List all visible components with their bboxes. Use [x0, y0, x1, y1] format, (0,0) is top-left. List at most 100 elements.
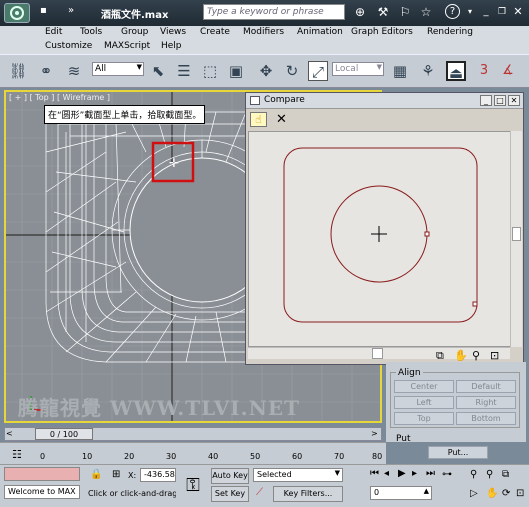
pan-hand-icon[interactable]: ✋	[486, 488, 498, 499]
selection-lock-icon[interactable]: 🔒	[90, 469, 102, 480]
reset-icon[interactable]: ✕	[276, 112, 287, 127]
menu-create[interactable]: Create	[200, 27, 230, 37]
scroll-thumb[interactable]	[372, 348, 383, 359]
compare-vertical-scrollbar[interactable]	[510, 131, 522, 347]
menu-edit[interactable]: Edit	[45, 27, 62, 37]
time-slider-thumb[interactable]: 0 / 100	[35, 428, 93, 440]
menu-modifiers[interactable]: Modifiers	[243, 27, 284, 37]
zoom-icon[interactable]: ⚲	[472, 349, 480, 362]
menu-group[interactable]: Group	[121, 27, 148, 37]
previous-frame-icon[interactable]: ◂	[384, 468, 389, 479]
search-input[interactable]: Type a keyword or phrase	[203, 4, 345, 20]
select-by-name-icon[interactable]: ☰	[174, 61, 194, 81]
selection-region-icon[interactable]: ⬚	[200, 61, 220, 81]
menu-arrow-icon[interactable]: ▪	[40, 5, 47, 16]
close-window-button[interactable]: ✕	[510, 4, 526, 20]
angle-snap-icon[interactable]: ∡	[498, 61, 518, 81]
field-of-view-icon[interactable]: ▷	[470, 488, 478, 499]
zoom-extents-icon[interactable]: ⧉	[502, 469, 509, 480]
compare-title-bar[interactable]: Compare _ □ ✕	[246, 93, 523, 109]
compare-horizontal-scrollbar[interactable]	[248, 347, 510, 359]
pivot-center-icon[interactable]: ▦	[390, 61, 410, 81]
menu-tools[interactable]: Tools	[80, 27, 102, 37]
pick-object-icon[interactable]: ☝	[250, 112, 267, 127]
zoom-all-icon[interactable]: ⚲	[486, 469, 493, 480]
play-icon[interactable]: ▶	[398, 468, 406, 479]
auto-key-button[interactable]: Auto Key	[211, 468, 249, 484]
status-bar: Welcome to MAX 🔒 ⊞ X: -436.58 Click or c…	[0, 464, 529, 507]
select-manipulate-icon[interactable]: ⚘	[418, 61, 438, 81]
pan-hand-icon[interactable]: ✋	[454, 349, 468, 362]
x-coord-field[interactable]: -436.58	[140, 468, 176, 482]
expand-arrows-icon[interactable]: »	[68, 5, 74, 16]
reference-coordinate-dropdown[interactable]: Local ▼	[332, 62, 384, 76]
unlink-icon[interactable]: ⚭	[36, 61, 56, 81]
go-to-end-icon[interactable]: ⏭	[426, 468, 435, 479]
zoom-extents-icon[interactable]: ⧉	[436, 349, 444, 363]
keyboard-shortcut-override-icon[interactable]: ⏏	[446, 61, 466, 82]
compare-close-button[interactable]: ✕	[508, 95, 520, 106]
menu-help[interactable]: Help	[161, 41, 182, 51]
mini-curve-editor-icon[interactable]: ☷	[12, 448, 26, 462]
menu-maxscript[interactable]: MAXScript	[104, 41, 150, 51]
app-logo-icon[interactable]	[4, 3, 30, 23]
viewport-label[interactable]: [ + ] [ Top ] [ Wireframe ]	[9, 93, 110, 102]
align-default-button[interactable]: Default	[456, 380, 516, 393]
put-button[interactable]: Put...	[428, 446, 488, 459]
select-and-rotate-icon[interactable]: ↻	[282, 61, 302, 81]
restore-window-button[interactable]: ❐	[494, 4, 510, 20]
window-crossing-icon[interactable]: ▣	[226, 61, 246, 81]
binoculars-icon[interactable]: ⊕	[352, 4, 368, 20]
orbit-icon[interactable]: ⟳	[502, 488, 510, 499]
time-slider[interactable]: 0 / 100 < >	[4, 427, 382, 441]
current-frame-field[interactable]: 0 ▲	[370, 486, 432, 500]
menu-animation[interactable]: Animation	[297, 27, 343, 37]
default-in-out-tangent-icon[interactable]: ⟋	[256, 487, 263, 498]
zoom-icon[interactable]: ⚲	[470, 469, 477, 480]
help-dropdown-icon[interactable]: ▾	[462, 4, 478, 20]
tools-icon[interactable]: ⚒	[375, 4, 391, 20]
align-center-button[interactable]: Center	[394, 380, 454, 393]
next-frame-icon[interactable]: >	[371, 429, 378, 438]
selection-filter-dropdown[interactable]: All ▼	[92, 62, 144, 76]
selection-set-dropdown[interactable]: Selected ▼	[253, 468, 343, 482]
maxscript-listener[interactable]: Welcome to MAX	[4, 485, 80, 499]
compare-maximize-button[interactable]: □	[494, 95, 506, 106]
snaps-toggle-icon[interactable]: 3	[474, 61, 494, 81]
set-key-icon[interactable]: ⚿	[180, 473, 206, 499]
menu-graph-editors[interactable]: Graph Editors	[351, 27, 413, 37]
go-to-start-icon[interactable]: ⏮	[370, 468, 379, 479]
menu-customize[interactable]: Customize	[45, 41, 92, 51]
bind-space-warp-icon[interactable]: ≋	[64, 61, 84, 81]
track-bar[interactable]: ☷ 0 10 20 30 40 50 60 70 80	[0, 442, 386, 464]
help-icon[interactable]: ?	[445, 4, 460, 19]
select-and-scale-icon[interactable]: ⤢	[308, 61, 328, 81]
next-frame-icon[interactable]: ▸	[412, 468, 417, 479]
set-key-button[interactable]: Set Key	[211, 486, 249, 502]
star-icon[interactable]: ☆	[418, 4, 434, 20]
align-right-button[interactable]: Right	[456, 396, 516, 409]
key-filters-button[interactable]: Key Filters...	[273, 486, 343, 502]
maxscript-listener-top[interactable]	[4, 467, 80, 481]
maximize-viewport-icon[interactable]: ⊡	[516, 488, 524, 499]
absolute-mode-icon[interactable]: ⊞	[112, 469, 120, 480]
tick-60: 60	[292, 452, 303, 461]
communication-icon[interactable]: ⚐	[397, 4, 413, 20]
align-bottom-button[interactable]: Bottom	[456, 412, 516, 425]
compare-dialog: Compare _ □ ✕ ☝ ✕ ⧉ ✋ ⚲ ⊡	[245, 92, 524, 365]
compare-minimize-button[interactable]: _	[480, 95, 492, 106]
menu-views[interactable]: Views	[160, 27, 186, 37]
align-left-button[interactable]: Left	[394, 396, 454, 409]
compare-canvas[interactable]	[248, 131, 514, 347]
select-and-move-icon[interactable]: ✥	[256, 61, 276, 81]
tick-30: 30	[166, 452, 177, 461]
select-object-icon[interactable]: ⬉	[148, 61, 168, 81]
scroll-thumb[interactable]	[512, 227, 521, 241]
zoom-region-icon[interactable]: ⊡	[490, 349, 499, 362]
prev-frame-icon[interactable]: <	[6, 429, 13, 438]
select-and-link-icon[interactable]: ⛓	[8, 61, 28, 81]
align-top-button[interactable]: Top	[394, 412, 454, 425]
key-mode-icon[interactable]: ⊶	[442, 469, 452, 480]
menu-rendering[interactable]: Rendering	[427, 27, 473, 37]
minimize-window-button[interactable]: _	[478, 4, 494, 20]
